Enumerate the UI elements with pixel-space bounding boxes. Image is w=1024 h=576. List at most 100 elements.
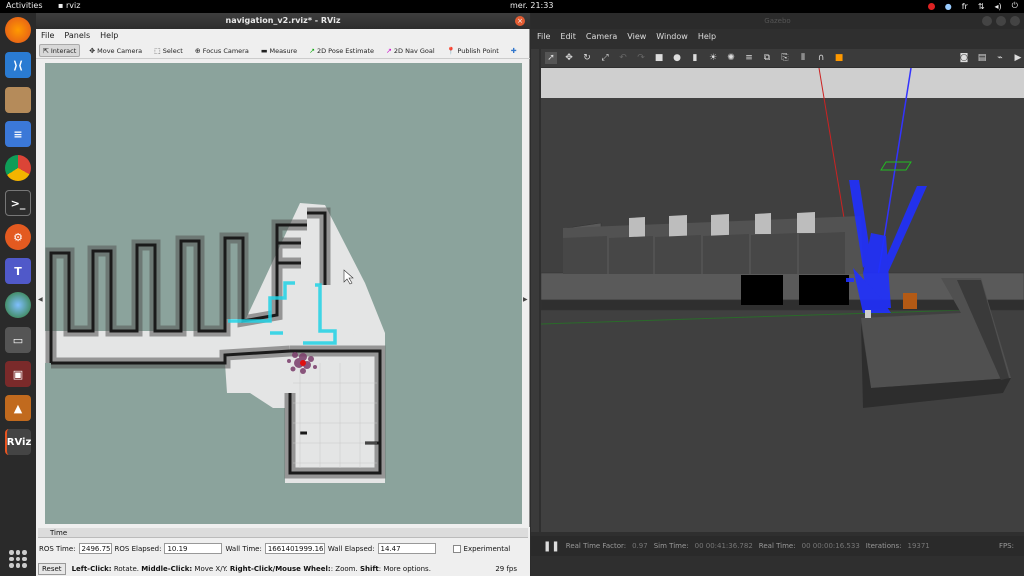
tool-2d-pose-estimate[interactable]: ↗ 2D Pose Estimate [306, 44, 377, 57]
box-shape-icon[interactable]: ■ [653, 52, 665, 64]
gazebo-scene[interactable] [541, 68, 1024, 532]
clock[interactable]: mer. 21:33 [510, 1, 553, 10]
gazebo-toolbar: ➚ ✥ ↻ ⤢ ↶ ↷ ■ ● ▮ ☀ ✺ ≡ ⧉ ⎘ ⫴ ∩ ■ ◙ ▤ ⌁ … [541, 49, 1024, 67]
menu-panels[interactable]: Panels [64, 31, 90, 40]
rotate-mode-icon[interactable]: ↻ [581, 52, 593, 64]
minimize-icon[interactable] [982, 16, 992, 26]
screen-recorder-icon[interactable]: ▣ [5, 361, 31, 387]
gazebo-titlebar[interactable]: Gazebo [531, 13, 1024, 29]
paste-icon[interactable]: ⎘ [779, 52, 791, 64]
keyboard-layout[interactable]: fr [962, 2, 968, 11]
time-panel-header[interactable]: Time [38, 528, 528, 538]
menu-edit[interactable]: Edit [560, 32, 576, 41]
tool-2d-nav-goal[interactable]: ↗ 2D Nav Goal [383, 44, 438, 57]
right-dock-arrow-icon[interactable]: ▶ [523, 296, 528, 303]
experimental-checkbox[interactable] [452, 544, 461, 553]
menu-help[interactable]: Help [698, 32, 716, 41]
app-menu-label[interactable]: ▪ rviz [58, 1, 80, 10]
robot-pose-marker [300, 360, 306, 366]
chrome-icon[interactable] [5, 155, 31, 181]
point-light-icon[interactable]: ☀ [707, 52, 719, 64]
log-icon[interactable]: ▤ [976, 52, 988, 64]
sphere-shape-icon[interactable]: ● [671, 52, 683, 64]
rviz-menubar: File Panels Help [36, 29, 530, 42]
nav-goal-icon: ↗ [386, 46, 392, 55]
tool-focus-camera[interactable]: ⊕ Focus Camera [192, 44, 252, 57]
rviz-window: navigation_v2.rviz* - RViz × File Panels… [36, 13, 530, 576]
ros-time-field[interactable]: 2496.75 [78, 543, 112, 554]
rtf-label: Real Time Factor: [565, 542, 627, 550]
gazebo-left-panel-handle[interactable] [531, 49, 539, 532]
settings-icon[interactable]: ⚙ [5, 224, 31, 250]
files-icon[interactable] [5, 87, 31, 113]
cylinder-shape-icon[interactable]: ▮ [689, 52, 701, 64]
left-dock-arrow-icon[interactable]: ◀ [38, 296, 43, 303]
wall-elapsed-field[interactable]: 14.47 [377, 543, 436, 554]
maximize-icon[interactable] [996, 16, 1006, 26]
menu-help[interactable]: Help [100, 31, 118, 40]
real-time-value: 00 00:00:16.533 [801, 542, 860, 550]
close-icon[interactable]: × [515, 16, 525, 26]
gazebo-menubar: File Edit Camera View Window Help [531, 30, 1024, 42]
vscode-icon[interactable]: ⟩⟨ [5, 52, 31, 78]
wall-time-field[interactable]: 1661401999.16 [264, 543, 325, 554]
menu-camera[interactable]: Camera [586, 32, 617, 41]
pose-estimate-icon: ↗ [309, 46, 315, 55]
time-row: ROS Time: 2496.75 ROS Elapsed: 10.19 Wal… [39, 543, 510, 554]
rviz-3d-view[interactable] [45, 63, 522, 524]
globe-icon[interactable] [5, 292, 31, 318]
rviz-titlebar[interactable]: navigation_v2.rviz* - RViz [36, 13, 530, 29]
notification-icon[interactable]: ● [945, 2, 952, 11]
translate-mode-icon[interactable]: ✥ [563, 52, 575, 64]
record-icon[interactable] [927, 2, 935, 10]
firefox-icon[interactable] [5, 17, 31, 43]
activities-button[interactable]: Activities [6, 1, 43, 10]
system-tray: ● fr ⇅ ◂) ⏻ [927, 1, 1018, 11]
copy-icon[interactable]: ⧉ [761, 52, 773, 64]
show-apps-icon[interactable] [9, 550, 27, 568]
spot-light-icon[interactable]: ✺ [725, 52, 737, 64]
gazebo-window: Gazebo File Edit Camera View Window Help… [531, 13, 1024, 576]
pause-icon[interactable]: ❚❚ [543, 541, 560, 552]
menu-file[interactable]: File [537, 32, 550, 41]
directional-light-icon[interactable]: ≡ [743, 52, 755, 64]
status-hint: Left-Click: Rotate. Middle-Click: Move X… [71, 565, 431, 573]
snap-icon[interactable]: ∩ [815, 52, 827, 64]
volume-icon[interactable]: ◂) [995, 2, 1002, 11]
printer-icon[interactable]: ▭ [5, 327, 31, 353]
publish-point-icon: 📍 [446, 46, 456, 55]
rviz-icon[interactable]: RViz [5, 429, 31, 455]
undo-icon[interactable]: ↶ [617, 52, 629, 64]
menu-window[interactable]: Window [656, 32, 688, 41]
gazebo-window-buttons [982, 16, 1020, 26]
fps-label: FPS: [998, 542, 1014, 550]
focus-camera-icon: ⊕ [194, 46, 201, 55]
plot-icon[interactable]: ⌁ [994, 52, 1006, 64]
add-tool-button[interactable]: ✚ [508, 44, 520, 57]
power-icon[interactable]: ⏻ [1012, 1, 1018, 11]
change-view-icon[interactable]: ■ [833, 52, 845, 64]
tool-publish-point[interactable]: 📍 Publish Point [444, 44, 502, 57]
terminal-icon[interactable]: >_ [5, 190, 31, 216]
menu-view[interactable]: View [627, 32, 646, 41]
video-icon[interactable]: ▶ [1012, 52, 1024, 64]
reset-button[interactable]: Reset [38, 563, 66, 575]
tool-measure[interactable]: ▬ Measure [258, 44, 300, 57]
redo-icon[interactable]: ↷ [635, 52, 647, 64]
teams-icon[interactable]: T [5, 258, 31, 284]
tool-select[interactable]: ⬚ Select [151, 44, 186, 57]
screenshot-icon[interactable]: ◙ [958, 52, 970, 64]
gazebo-3d-view[interactable] [541, 68, 1024, 532]
package-icon[interactable]: ▲ [5, 395, 31, 421]
menu-file[interactable]: File [41, 31, 54, 40]
network-icon[interactable]: ⇅ [978, 2, 985, 11]
ros-elapsed-field[interactable]: 10.19 [164, 543, 223, 554]
align-icon[interactable]: ⫴ [797, 52, 809, 64]
close-icon[interactable] [1010, 16, 1020, 26]
scale-mode-icon[interactable]: ⤢ [599, 52, 611, 64]
writer-icon[interactable]: ≡ [5, 121, 31, 147]
select-mode-icon[interactable]: ➚ [545, 52, 557, 64]
map-render[interactable] [45, 63, 522, 524]
tool-interact[interactable]: ⇱ Interact [39, 44, 81, 57]
tool-move-camera[interactable]: ✥ Move Camera [86, 44, 145, 57]
